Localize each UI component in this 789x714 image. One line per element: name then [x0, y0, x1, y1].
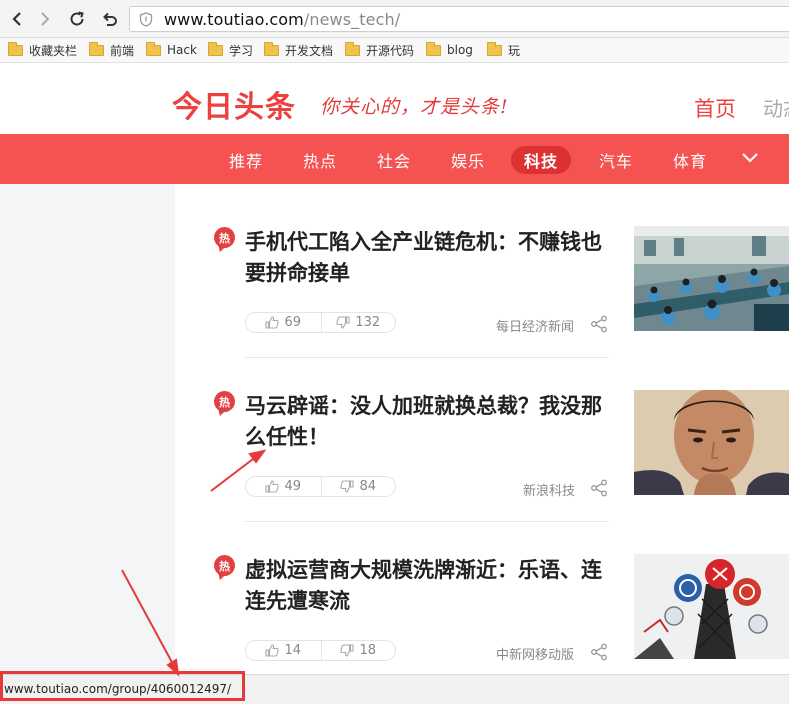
article-title[interactable]: 马云辟谣：没人加班就换总裁？我没那么任性！ — [245, 391, 615, 453]
forward-arrow-icon — [41, 12, 50, 26]
site-header: 今日头条 你关心的，才是头条! 首页 动态 — [0, 64, 789, 134]
undo-close-button[interactable] — [99, 8, 121, 30]
bookmark-folder[interactable]: 学习 — [208, 41, 253, 59]
bookmark-folder[interactable]: 玩 — [487, 41, 520, 59]
bookmark-label: 收藏夹栏 — [29, 43, 78, 58]
hot-badge: 热 — [214, 391, 235, 412]
home-link[interactable]: 首页 — [694, 93, 736, 123]
thumbs-up-icon — [265, 480, 280, 493]
dislike-count: 18 — [359, 643, 377, 658]
dislike-count: 84 — [359, 479, 377, 494]
thumbs-down-icon — [340, 480, 355, 493]
dislike-button[interactable]: 132 — [320, 313, 396, 332]
article-thumbnail[interactable] — [634, 226, 789, 331]
article-source[interactable]: 中新网移动版 — [496, 644, 574, 663]
article-thumbnail[interactable] — [634, 554, 789, 659]
share-icon[interactable] — [590, 643, 608, 661]
vote-box: 14 18 — [245, 640, 396, 661]
like-count: 14 — [284, 643, 302, 658]
address-url: www.toutiao.com/news_tech/ — [164, 10, 400, 29]
article-divider — [245, 521, 609, 522]
channel-tab-active[interactable]: 科技 — [511, 146, 572, 174]
article-item[interactable]: 热 马云辟谣：没人加班就换总裁？我没那么任性！ 49 84 新浪科技 — [175, 386, 789, 550]
vote-box: 69 132 — [245, 312, 396, 333]
chevron-down-icon[interactable] — [741, 152, 759, 164]
folder-icon — [208, 41, 223, 56]
back-button[interactable] — [6, 8, 28, 30]
channel-tab[interactable]: 汽车 — [599, 148, 633, 172]
telecom-tower-image — [634, 554, 789, 659]
like-count: 69 — [284, 315, 302, 330]
forward-button[interactable] — [34, 8, 56, 30]
dislike-count: 132 — [355, 315, 381, 330]
undo-icon — [103, 12, 117, 26]
dislike-button[interactable]: 84 — [320, 477, 396, 496]
dynamic-link[interactable]: 动态 — [763, 93, 789, 122]
address-bar[interactable]: www.toutiao.com/news_tech/ — [129, 6, 789, 32]
bookmark-label: 玩 — [508, 43, 521, 58]
article-divider — [245, 357, 609, 358]
bookmarks-bar: 收藏夹栏 前端 Hack 学习 开发文档 开源代码 blog 玩 — [0, 38, 789, 63]
back-arrow-icon — [12, 12, 21, 26]
channel-tab[interactable]: 娱乐 — [451, 148, 485, 172]
thumbs-down-icon — [336, 316, 350, 329]
bookmark-label: blog — [447, 43, 473, 57]
url-path: /news_tech/ — [303, 10, 401, 29]
channel-nav: 推荐 热点 社会 娱乐 科技 汽车 体育 — [0, 134, 789, 184]
folder-icon — [264, 41, 279, 56]
bookmark-label: 开源代码 — [366, 43, 415, 58]
bookmark-folder[interactable]: blog — [426, 41, 473, 59]
refresh-icon — [70, 11, 84, 26]
bookmark-folder[interactable]: 开源代码 — [345, 41, 414, 59]
folder-icon — [89, 41, 104, 56]
bookmark-label: 学习 — [229, 43, 254, 58]
bookmark-folder[interactable]: 前端 — [89, 41, 134, 59]
annotation-highlight-box — [0, 671, 245, 701]
folder-icon — [345, 41, 360, 56]
folder-icon — [8, 41, 23, 56]
channel-tab[interactable]: 推荐 — [229, 148, 263, 172]
article-thumbnail[interactable] — [634, 390, 789, 495]
thumbs-down-icon — [340, 644, 355, 657]
thumbs-up-icon — [265, 644, 280, 657]
bookmark-folder[interactable]: Hack — [146, 41, 197, 59]
like-button[interactable]: 14 — [246, 641, 321, 660]
like-button[interactable]: 49 — [246, 477, 321, 496]
like-count: 49 — [284, 479, 302, 494]
article-source[interactable]: 每日经济新闻 — [496, 316, 574, 335]
bookmark-label: Hack — [167, 43, 197, 57]
thumbs-up-icon — [265, 316, 280, 329]
share-icon[interactable] — [590, 315, 608, 333]
folder-icon — [487, 41, 502, 56]
site-slogan: 你关心的，才是头条! — [320, 96, 509, 118]
folder-icon — [146, 41, 161, 56]
hot-badge: 热 — [214, 227, 235, 248]
hot-badge: 热 — [214, 555, 235, 576]
vote-box: 49 84 — [245, 476, 396, 497]
like-button[interactable]: 69 — [246, 313, 321, 332]
share-icon[interactable] — [590, 479, 608, 497]
dislike-button[interactable]: 18 — [320, 641, 396, 660]
site-logo[interactable]: 今日头条 — [172, 82, 296, 126]
refresh-button[interactable] — [66, 8, 88, 30]
browser-toolbar: www.toutiao.com/news_tech/ — [0, 0, 789, 38]
factory-workers-image — [634, 226, 789, 331]
portrait-photo-image — [634, 390, 789, 495]
bookmark-folder[interactable]: 开发文档 — [264, 41, 333, 59]
bookmark-label: 前端 — [110, 43, 135, 58]
channel-tab[interactable]: 社会 — [377, 148, 411, 172]
channel-tab[interactable]: 体育 — [673, 148, 707, 172]
news-feed: 热 手机代工陷入全产业链危机：不赚钱也要拼命接单 69 132 每日经济新闻 热… — [175, 184, 789, 674]
article-title[interactable]: 手机代工陷入全产业链危机：不赚钱也要拼命接单 — [245, 227, 615, 289]
article-source[interactable]: 新浪科技 — [523, 480, 575, 499]
shield-icon — [139, 12, 153, 27]
url-host: www.toutiao.com — [164, 10, 304, 29]
bookmark-folder[interactable]: 收藏夹栏 — [8, 41, 77, 59]
left-sidebar-gutter — [0, 184, 175, 674]
folder-icon — [426, 41, 441, 56]
bookmark-label: 开发文档 — [285, 43, 334, 58]
article-item[interactable]: 热 手机代工陷入全产业链危机：不赚钱也要拼命接单 69 132 每日经济新闻 — [175, 222, 789, 386]
article-title[interactable]: 虚拟运营商大规模洗牌渐近：乐语、连连先遭寒流 — [245, 555, 615, 617]
channel-tab[interactable]: 热点 — [303, 148, 337, 172]
